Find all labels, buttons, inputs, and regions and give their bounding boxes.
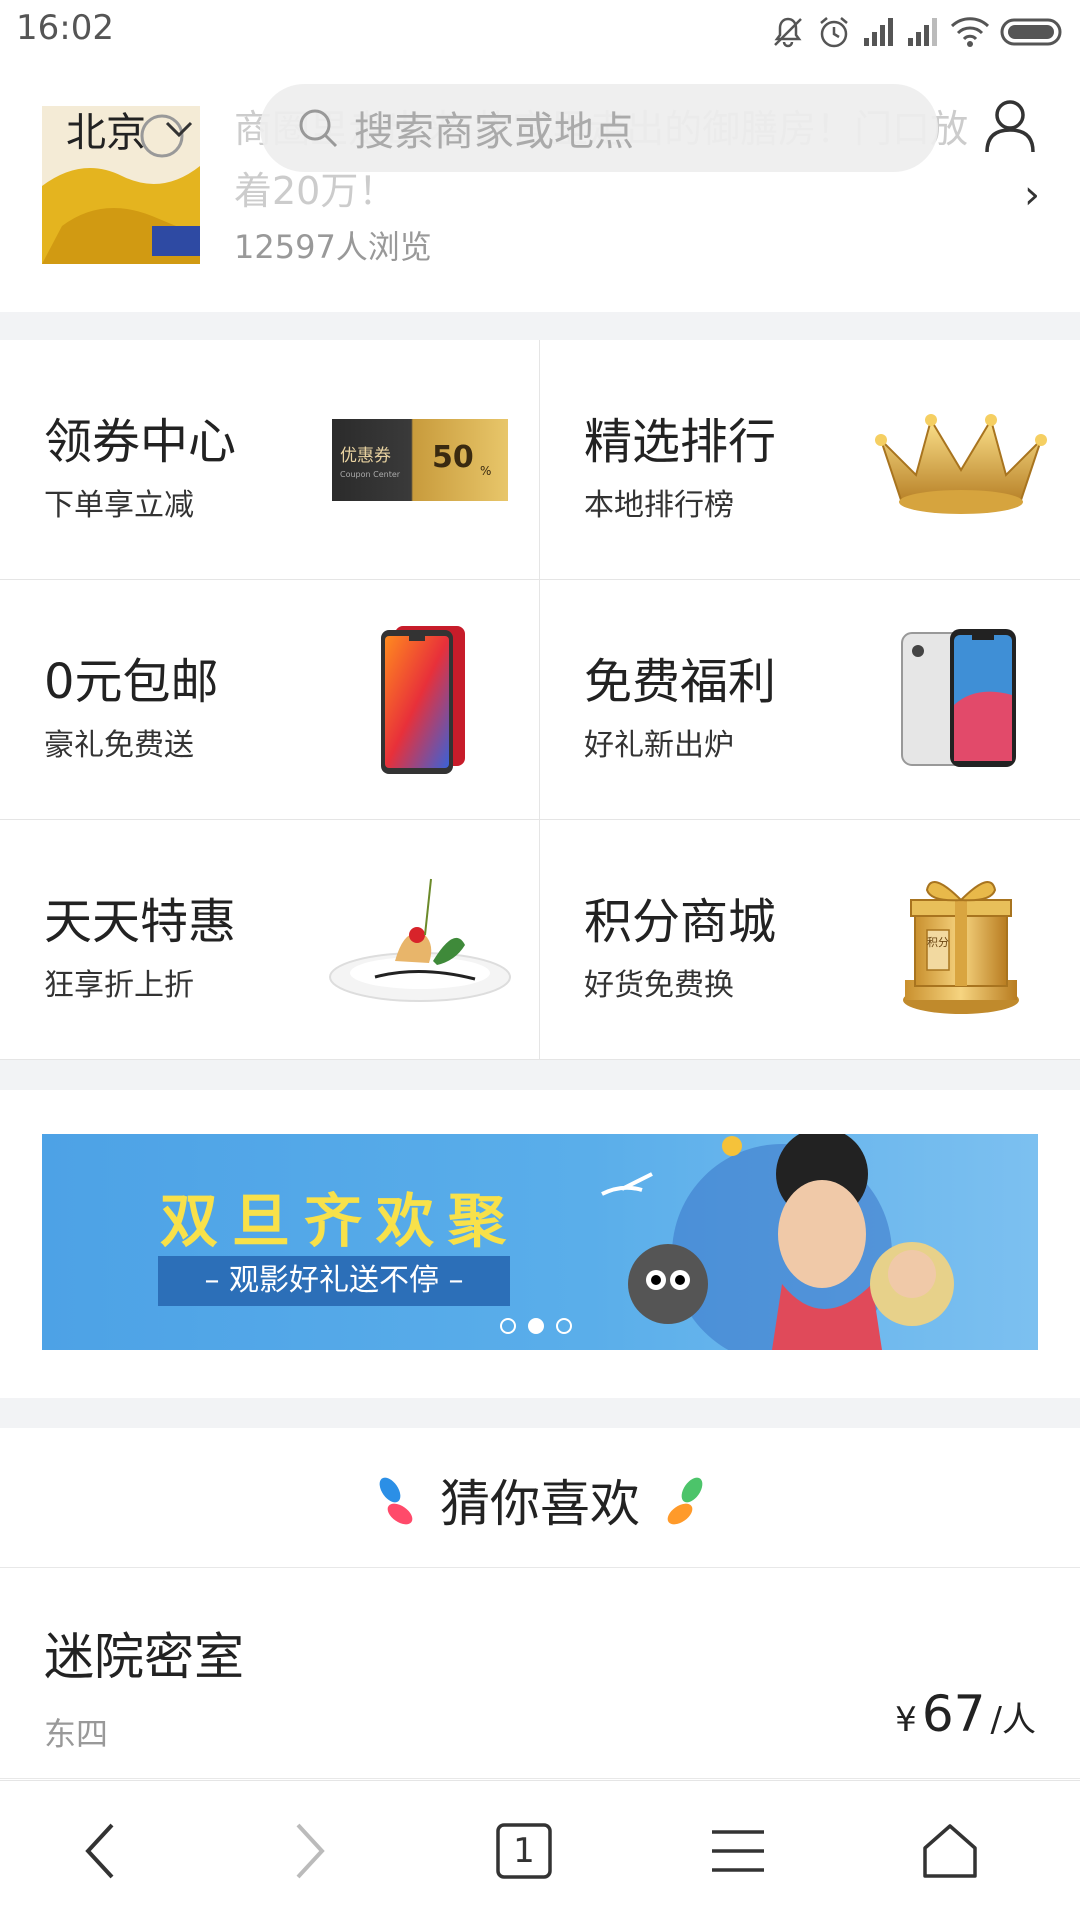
- search-icon: [299, 109, 338, 148]
- alarm-icon: [820, 17, 848, 48]
- feature-coupon-center[interactable]: 领券中心 下单享立减 优惠券 Coupon Center 50 %: [0, 340, 540, 580]
- banner-title: 双旦齐欢聚: [160, 1187, 521, 1255]
- feature-title: 天天特惠: [44, 894, 237, 950]
- menu-icon: [712, 1830, 764, 1872]
- item-price: ¥ 67 /人: [895, 1685, 1036, 1743]
- red-phone-icon: [325, 610, 515, 790]
- svg-text:Coupon Center: Coupon Center: [340, 470, 401, 479]
- battery-icon: [1000, 18, 1062, 46]
- feature-grid: 领券中心 下单享立减 优惠券 Coupon Center 50 % 精选排行 本…: [0, 340, 1080, 1060]
- feature-subtitle: 豪礼免费送: [44, 728, 194, 763]
- menu-button[interactable]: [678, 1781, 798, 1920]
- tabs-button[interactable]: 1: [464, 1781, 584, 1920]
- carousel-dot-active[interactable]: [528, 1318, 544, 1334]
- coupon-icon: 优惠券 Coupon Center 50 %: [325, 370, 515, 550]
- feature-title: 积分商城: [584, 894, 777, 950]
- recommend-title: 猜你喜欢: [440, 1475, 640, 1533]
- dish-icon: [325, 850, 515, 1030]
- city-selector[interactable]: 北京: [66, 100, 194, 158]
- search-input[interactable]: 搜索商家或地点: [260, 84, 938, 172]
- feature-title: 免费福利: [584, 654, 777, 710]
- feature-subtitle: 好礼新出炉: [584, 728, 734, 763]
- gift-icon: 积分: [866, 850, 1056, 1030]
- user-profile-button[interactable]: [984, 98, 1036, 158]
- banner-subtitle: – 观影好礼送不停 –: [158, 1256, 510, 1306]
- feature-subtitle: 下单享立减: [44, 488, 194, 523]
- mute-icon: [774, 17, 802, 48]
- tabs-icon: 1: [496, 1823, 552, 1879]
- feature-title: 0元包邮: [44, 654, 219, 710]
- wifi-icon: [950, 17, 990, 47]
- feature-points-mall[interactable]: 积分商城 好货免费换 积分: [540, 820, 1080, 1060]
- home-button[interactable]: [890, 1781, 1010, 1920]
- recommend-item[interactable]: 迷院密室 东四 ¥ 67 /人: [0, 1569, 1080, 1779]
- iphone-icon: [866, 610, 1056, 790]
- chevron-right-icon: ›: [1024, 172, 1040, 218]
- back-button[interactable]: [40, 1781, 160, 1920]
- svg-text:%: %: [480, 464, 491, 478]
- recommend-header: 猜你喜欢: [0, 1428, 1080, 1568]
- status-time: 16:02: [16, 8, 114, 48]
- feature-free-benefits[interactable]: 免费福利 好礼新出炉: [540, 580, 1080, 820]
- feature-title: 领券中心: [44, 414, 237, 470]
- section-divider: [0, 1060, 1080, 1090]
- carousel-dot[interactable]: [556, 1318, 572, 1334]
- svg-text:优惠券: 优惠券: [340, 446, 391, 466]
- back-arrow-icon: [85, 1823, 114, 1879]
- feature-subtitle: 好货免费换: [584, 968, 734, 1003]
- feature-title: 精选排行: [584, 414, 777, 470]
- city-label: 北京: [66, 110, 146, 156]
- forward-button[interactable]: [250, 1781, 370, 1920]
- search-placeholder: 搜索商家或地点: [354, 109, 634, 155]
- signal-icon-2: [908, 18, 937, 46]
- feature-free-shipping[interactable]: 0元包邮 豪礼免费送: [0, 580, 540, 820]
- item-area: 东四: [44, 1715, 109, 1753]
- home-icon: [923, 1824, 977, 1878]
- article-view-count: 12597人浏览: [234, 228, 432, 266]
- signal-icon: [864, 18, 893, 46]
- banner-artwork: [601, 1134, 954, 1350]
- section-divider: [0, 1398, 1080, 1428]
- price-unit: /人: [990, 1700, 1036, 1740]
- status-icons: [770, 10, 1066, 54]
- section-divider: [0, 312, 1080, 340]
- chevron-down-icon: [165, 121, 193, 138]
- forward-arrow-icon: [296, 1823, 325, 1879]
- feature-daily-deals[interactable]: 天天特惠 狂享折上折: [0, 820, 540, 1060]
- banner-section: 双旦齐欢聚 – 观影好礼送不停 –: [0, 1090, 1080, 1398]
- carousel-dots: [500, 1318, 572, 1334]
- leaf-decoration-icon: [667, 1477, 703, 1525]
- svg-text:50: 50: [432, 440, 474, 475]
- status-bar: 16:02: [0, 0, 1080, 62]
- tab-count: 1: [513, 1831, 535, 1871]
- carousel-dot[interactable]: [500, 1318, 516, 1334]
- crown-icon: [866, 370, 1056, 550]
- browser-bottom-nav: 1: [0, 1780, 1080, 1920]
- svg-text:积分: 积分: [927, 936, 949, 949]
- user-icon: [985, 100, 1035, 153]
- feature-subtitle: 狂享折上折: [44, 968, 194, 1003]
- price-value: 67: [921, 1685, 986, 1743]
- feature-subtitle: 本地排行榜: [584, 488, 734, 523]
- price-currency: ¥: [895, 1700, 917, 1740]
- item-name: 迷院密室: [44, 1628, 244, 1686]
- promo-banner[interactable]: 双旦齐欢聚 – 观影好礼送不停 –: [42, 1134, 1038, 1350]
- feature-ranking[interactable]: 精选排行 本地排行榜: [540, 340, 1080, 580]
